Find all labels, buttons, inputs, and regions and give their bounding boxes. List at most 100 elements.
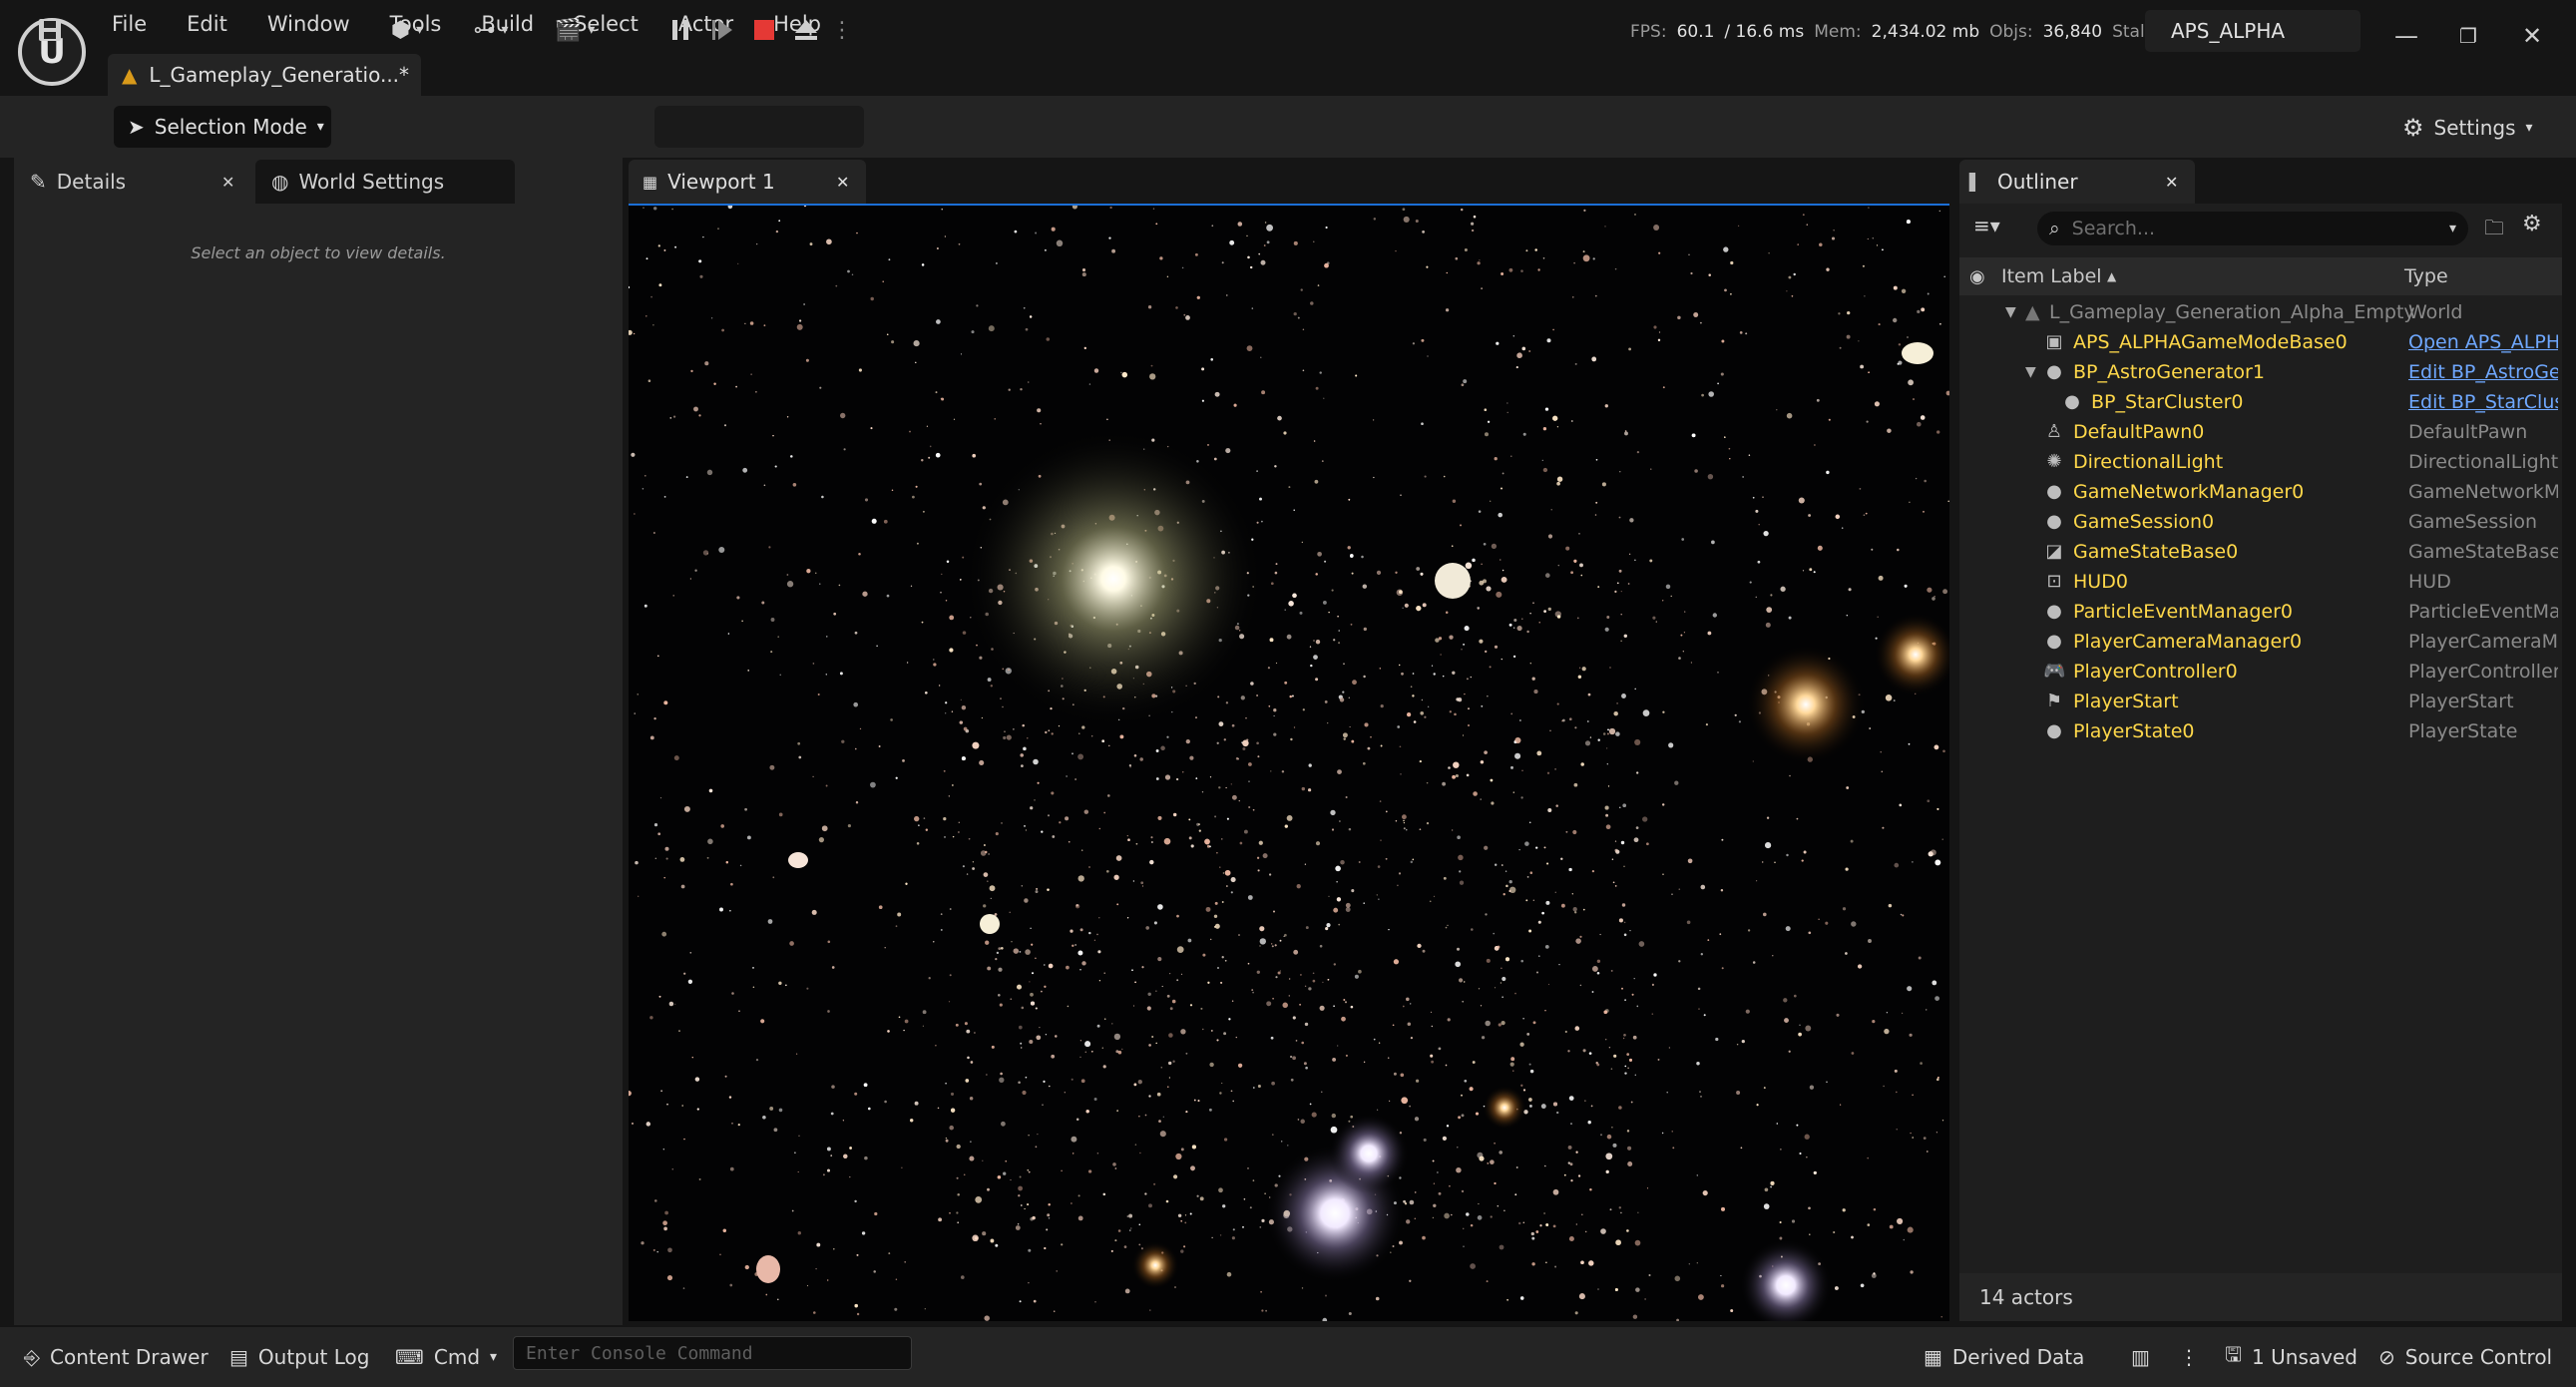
menu-window[interactable]: Window <box>267 12 350 44</box>
menu-file[interactable]: File <box>112 12 147 44</box>
star-particle <box>1680 634 1683 637</box>
actor-type-link[interactable]: Open APS_ALPH <box>2408 331 2558 353</box>
minimize-icon[interactable]: — <box>2388 18 2424 54</box>
world-row[interactable]: ▼ ▲ L_Gameplay_Generation_Alpha_Empty Wo… <box>1959 297 2562 327</box>
tab-viewport[interactable]: ▦ Viewport 1 ✕ <box>629 160 866 204</box>
star-particle <box>1851 1052 1855 1055</box>
unsaved-button[interactable]: 🖫 1 Unsaved <box>2225 1337 2358 1377</box>
outliner-row[interactable]: ● BP_StarCluster0 Edit BP_StarClus <box>1959 387 2562 417</box>
star-particle <box>1195 716 1197 719</box>
cmd-dropdown[interactable]: ⌨ Cmd ▾ <box>395 1337 497 1377</box>
star-particle <box>1620 613 1622 616</box>
star-particle <box>654 1199 657 1202</box>
star-particle <box>1813 571 1816 574</box>
add-folder-icon[interactable]: 🗀 <box>2484 214 2504 247</box>
save-icon: 🖫 <box>2225 1342 2243 1366</box>
project-name[interactable]: APS_ALPHA <box>2145 10 2361 52</box>
outliner-row[interactable]: ● GameSession0 GameSession <box>1959 507 2562 537</box>
star-particle <box>1799 1153 1802 1155</box>
source-control-button[interactable]: ⊘ Source Control <box>2378 1337 2552 1377</box>
close-icon[interactable]: ✕ <box>836 173 849 192</box>
star-particle <box>1469 1087 1474 1092</box>
close-icon[interactable]: ✕ <box>221 173 234 192</box>
star-particle <box>1052 835 1056 838</box>
add-actor-icon[interactable]: ⬢ ▾ <box>377 10 437 50</box>
column-item-label[interactable]: Item Label <box>2001 265 2102 287</box>
star-particle <box>1270 770 1272 772</box>
blueprint-icon[interactable]: ⊶ ▾ <box>461 10 521 50</box>
star-particle <box>1770 594 1773 597</box>
outliner-row[interactable]: ▣ APS_ALPHAGameModeBase0 Open APS_ALPH <box>1959 327 2562 357</box>
more-options-icon[interactable]: ⋮ <box>2179 1337 2199 1377</box>
star-particle <box>972 861 975 863</box>
close-window-icon[interactable]: ✕ <box>2514 18 2550 54</box>
star-particle <box>941 209 943 211</box>
star-particle <box>1188 818 1191 821</box>
outliner-row[interactable]: ◪ GameStateBase0 GameStateBase <box>1959 537 2562 567</box>
pause-icon[interactable] <box>662 10 698 50</box>
star-particle <box>960 353 963 355</box>
collapse-icon[interactable]: ▼ <box>2025 364 2036 380</box>
collapse-icon[interactable]: ▼ <box>2005 304 2016 320</box>
star-particle <box>1897 1217 1904 1224</box>
derived-data-button[interactable]: ▦ Derived Data <box>1924 1337 2084 1377</box>
gear-icon[interactable]: ⚙ <box>2522 212 2542 236</box>
outliner-row[interactable]: ● ParticleEventManager0 ParticleEventMar <box>1959 597 2562 627</box>
content-drawer-button[interactable]: ⎆ Content Drawer <box>24 1337 209 1377</box>
tab-details[interactable]: ✎ Details ✕ <box>14 160 253 204</box>
star-particle <box>1444 1212 1450 1219</box>
star-particle <box>1572 296 1574 298</box>
close-icon[interactable]: ✕ <box>2165 173 2178 192</box>
save-icon[interactable] <box>30 10 70 50</box>
star-particle <box>1037 408 1042 413</box>
output-log-button[interactable]: ▤ Output Log <box>229 1337 369 1377</box>
star-particle <box>1342 691 1345 694</box>
star-particle <box>1326 923 1331 928</box>
star-particle <box>904 1019 909 1024</box>
tab-outliner[interactable]: ▌ Outliner ✕ <box>1959 160 2195 204</box>
outliner-row[interactable]: ✺ DirectionalLight DirectionalLight <box>1959 447 2562 477</box>
star-particle <box>1564 1030 1567 1034</box>
outliner-row[interactable]: ⊡ HUD0 HUD <box>1959 567 2562 597</box>
white-star <box>1329 1114 1409 1193</box>
star-particle <box>1513 618 1517 623</box>
filter-icon[interactable]: ≡▾ <box>1973 214 2000 237</box>
star-particle <box>1272 910 1276 913</box>
star-particle <box>1277 415 1282 421</box>
level-tab[interactable]: ▲ L_Gameplay_Generatio...* <box>108 54 421 96</box>
more-options-icon[interactable]: ⋮ <box>831 10 853 50</box>
star-particle <box>1588 1052 1592 1055</box>
tab-world-settings[interactable]: ◍ World Settings <box>255 160 515 204</box>
outliner-row[interactable]: ▼ ● BP_AstroGenerator1 Edit BP_AstroGe <box>1959 357 2562 387</box>
settings-button[interactable]: ⚙ Settings ▾ <box>2402 108 2533 148</box>
menu-edit[interactable]: Edit <box>187 12 227 44</box>
outliner-search-input[interactable]: ⌕ Search... ▾ <box>2037 212 2468 245</box>
outliner-row[interactable]: ♙ DefaultPawn0 DefaultPawn <box>1959 417 2562 447</box>
cinematics-icon[interactable]: 🎬 ▾ <box>545 10 605 50</box>
star-particle <box>790 455 793 458</box>
actor-type-link[interactable]: Edit BP_AstroGe <box>2408 361 2558 383</box>
outliner-row[interactable]: ● GameNetworkManager0 GameNetworkMa <box>1959 477 2562 507</box>
star-particle <box>933 941 935 943</box>
stop-icon[interactable] <box>746 10 782 50</box>
star-particle <box>821 825 828 832</box>
level-viewport[interactable] <box>629 204 1949 1321</box>
column-type[interactable]: Type <box>2404 265 2448 287</box>
eject-icon[interactable] <box>788 10 824 50</box>
actor-type-link[interactable]: Edit BP_StarClus <box>2408 391 2558 413</box>
star-particle <box>666 1103 668 1106</box>
outliner-row[interactable]: ● PlayerCameraManager0 PlayerCameraMa <box>1959 627 2562 657</box>
actor-icon: ● <box>2046 481 2062 502</box>
star-particle <box>1618 569 1622 573</box>
outliner-row[interactable]: 🎮 PlayerController0 PlayerController <box>1959 657 2562 687</box>
console-input[interactable]: Enter Console Command <box>513 1336 912 1370</box>
restore-icon[interactable]: ❐ <box>2450 18 2486 54</box>
star-particle <box>1237 1063 1243 1068</box>
bars-icon[interactable]: ▥ <box>2131 1337 2150 1377</box>
selection-mode-dropdown[interactable]: ➤ Selection Mode ▾ <box>114 106 331 148</box>
visibility-eye-icon[interactable]: ◉ <box>1969 266 1985 287</box>
outliner-row[interactable]: ● PlayerState0 PlayerState <box>1959 716 2562 746</box>
star-particle <box>982 1159 984 1161</box>
outliner-row[interactable]: ⚑ PlayerStart PlayerStart <box>1959 687 2562 716</box>
step-icon[interactable] <box>704 10 740 50</box>
